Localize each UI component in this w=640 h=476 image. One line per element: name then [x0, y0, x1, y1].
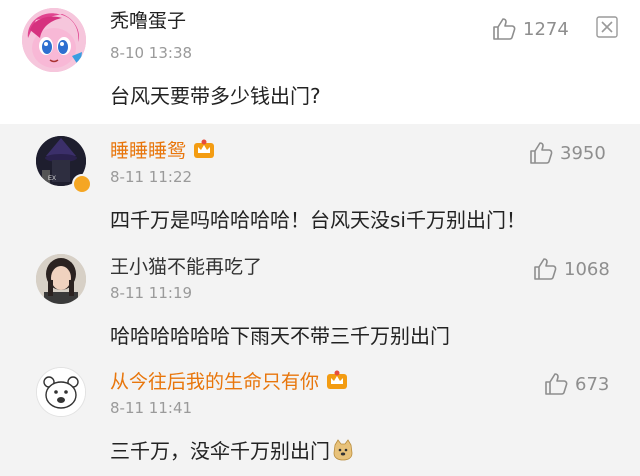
like-button[interactable]: 673 — [543, 371, 609, 397]
username[interactable]: 王小猫不能再吃了 — [110, 252, 262, 279]
like-button[interactable]: 1068 — [532, 256, 610, 282]
vip-crown-icon — [194, 139, 215, 158]
girl-photo-avatar-icon — [36, 254, 86, 304]
username-row: 睡睡睡鸳 — [110, 136, 216, 163]
username-row: 从今往后我的生命只有你 — [110, 367, 349, 394]
timestamp: 8-11 11:22 — [110, 168, 193, 186]
comment-item: 从今往后我的生命只有你 8-11 11:41 三千万，没伞千万别出门 673 — [0, 355, 640, 476]
timestamp: 8-11 11:19 — [110, 284, 193, 302]
comment-item: 秃噜蛋子 8-10 13:38 台风天要带多少钱出门? 1274 — [0, 0, 640, 124]
comment-text: 哈哈哈哈哈哈下雨天不带三千万别出门 — [110, 324, 450, 348]
thumbs-up-icon — [493, 18, 516, 40]
username[interactable]: 秃噜蛋子 — [110, 6, 186, 33]
cartoon-bear-avatar-icon — [37, 368, 85, 416]
like-count: 3950 — [560, 142, 606, 164]
like-count: 1068 — [564, 258, 610, 280]
doge-emoji-icon — [333, 439, 353, 461]
comment-text: 三千万，没伞千万别出门 — [110, 439, 330, 463]
username[interactable]: 从今往后我的生命只有你 — [110, 371, 319, 393]
timestamp: 8-10 13:38 — [110, 44, 193, 62]
thumbs-up-icon — [530, 142, 553, 164]
like-button[interactable]: 1274 — [491, 16, 569, 42]
pink-pony-avatar-icon — [22, 8, 86, 72]
like-count: 673 — [575, 373, 610, 395]
like-button[interactable]: 3950 — [528, 140, 606, 166]
username[interactable]: 睡睡睡鸳 — [110, 140, 186, 162]
comment-item: 王小猫不能再吃了 8-11 11:19 哈哈哈哈哈哈下雨天不带三千万别出门 10… — [0, 240, 640, 355]
vip-crown-icon — [327, 370, 348, 389]
comment-text: 台风天要带多少钱出门? — [110, 84, 321, 108]
timestamp: 8-11 11:41 — [110, 399, 193, 417]
comment-text-row: 三千万，没伞千万别出门 — [110, 435, 354, 464]
like-count: 1274 — [523, 18, 569, 40]
close-icon[interactable] — [596, 16, 618, 38]
svg-text:EX: EX — [48, 176, 56, 182]
comment-text: 四千万是吗哈哈哈哈！台风天没si千万别出门！ — [110, 208, 526, 232]
thumbs-up-icon — [545, 373, 568, 395]
comment-item: EX 睡睡睡鸳 8-11 11:22 四千万是吗哈哈哈哈！台风天没si千万别出门… — [0, 124, 640, 240]
user-avatar[interactable] — [36, 367, 86, 417]
user-avatar[interactable] — [36, 254, 86, 304]
thumbs-up-icon — [534, 258, 557, 280]
user-avatar[interactable] — [22, 8, 86, 72]
verified-badge-icon — [72, 174, 92, 194]
